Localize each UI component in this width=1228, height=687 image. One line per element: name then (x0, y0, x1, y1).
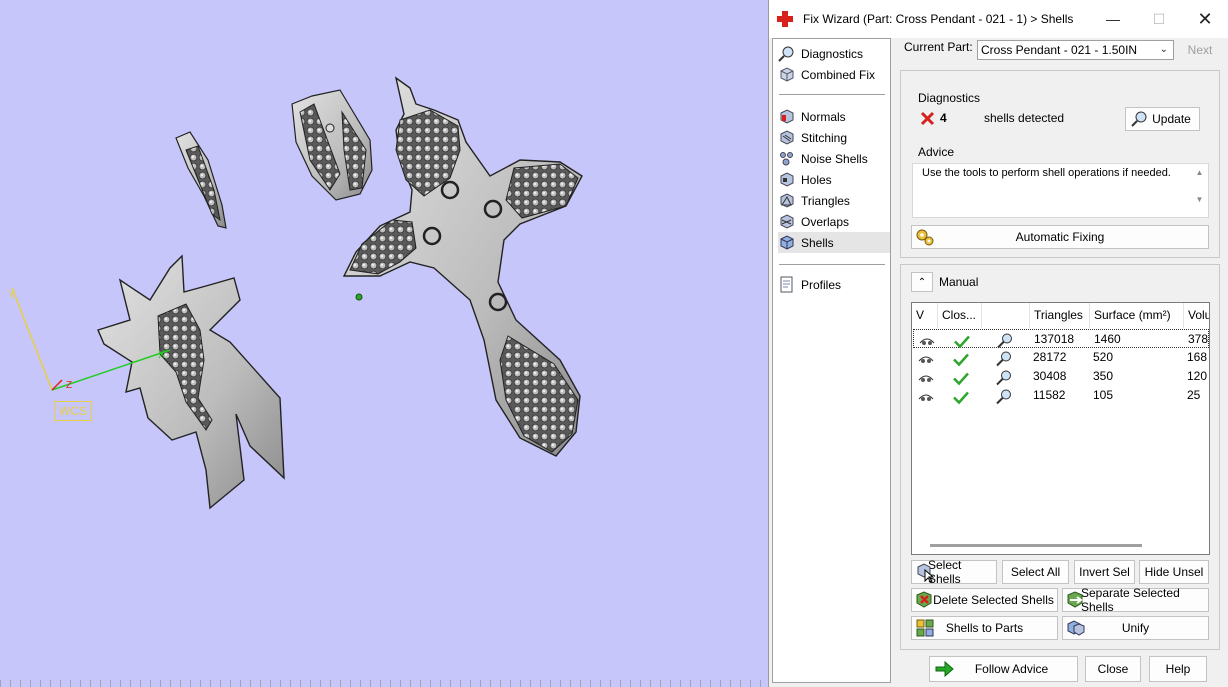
minimize-button[interactable]: — (1090, 0, 1136, 38)
unify-button[interactable]: Unify (1062, 616, 1209, 640)
scroll-up-icon[interactable]: ▲ (1191, 168, 1208, 177)
select-all-button[interactable]: Select All (1002, 560, 1069, 584)
table-horizontal-scrollbar[interactable] (930, 544, 1142, 547)
nav-item-noise-shells[interactable]: Noise Shells (778, 148, 890, 169)
nav-item-profiles[interactable]: Profiles (778, 274, 890, 295)
visible-eye-icon[interactable] (918, 388, 934, 407)
column-header-volume[interactable]: Volu (1184, 303, 1209, 328)
unify-icon (1067, 620, 1085, 636)
title-bar[interactable]: Fix Wizard (Part: Cross Pendant - 021 - … (769, 0, 1228, 38)
diagnostics-status-text: shells detected (984, 111, 1065, 125)
window-title: Fix Wizard (Part: Cross Pendant - 021 - … (803, 12, 1074, 26)
nav-item-stitching[interactable]: Stitching (778, 127, 890, 148)
holes-icon (780, 172, 794, 187)
shell-ring-bail[interactable] (291, 89, 373, 201)
nav-item-holes[interactable]: Holes (778, 169, 890, 190)
shells-table[interactable]: V Clos... Triangles Surface (mm²) Volu 1… (911, 302, 1210, 555)
shells-to-parts-icon (916, 619, 934, 637)
checkmark-icon (953, 391, 969, 405)
nav-item-diagnostics[interactable]: Diagnostics (778, 43, 890, 64)
nav-item-triangles[interactable]: Triangles (778, 190, 890, 211)
nav-item-overlaps[interactable]: Overlaps (778, 211, 890, 232)
wcs-label: WCS (54, 401, 92, 421)
select-shells-icon (917, 563, 935, 582)
advice-scrollbar[interactable]: ▲ ▼ (1191, 164, 1208, 217)
3d-viewport[interactable]: Y X Z WCS (0, 0, 768, 687)
inspect-magnifier-icon[interactable] (995, 368, 1013, 387)
manual-title: Manual (939, 275, 979, 289)
diagnostics-title: Diagnostics (918, 91, 981, 105)
close-button[interactable]: Close (1085, 656, 1141, 682)
shells-icon (780, 235, 794, 250)
magnifier-icon (1131, 111, 1147, 127)
chevron-up-icon: ⌃ (917, 276, 927, 288)
current-part-select[interactable]: Cross Pendant - 021 - 1.50IN ⌄ (977, 40, 1174, 60)
wizard-nav: Diagnostics Combined Fix Normals Stitchi… (772, 38, 891, 683)
arrow-right-icon (935, 660, 954, 678)
scroll-down-icon[interactable]: ▼ (1191, 195, 1208, 204)
table-row[interactable]: 137018 1460 378 (913, 329, 1209, 349)
collapse-manual-button[interactable]: ⌃ (911, 272, 933, 292)
update-button[interactable]: Update (1125, 107, 1200, 131)
shell-small-cross[interactable] (97, 254, 285, 510)
profiles-icon (780, 276, 793, 293)
cube-icon (780, 67, 794, 82)
invert-selection-button[interactable]: Invert Sel (1074, 560, 1135, 584)
viewport-canvas[interactable]: Y X Z (0, 0, 768, 687)
separate-shells-icon (1067, 591, 1083, 608)
advice-title: Advice (918, 145, 955, 159)
column-header-surface[interactable]: Surface (mm²) (1090, 303, 1184, 328)
table-row[interactable]: 28172 520 168 (913, 348, 1209, 367)
delete-selected-shells-button[interactable]: Delete Selected Shells (911, 588, 1058, 612)
nav-separator (779, 264, 885, 265)
gears-icon (916, 229, 934, 246)
shells-to-parts-button[interactable]: Shells to Parts (911, 616, 1058, 640)
column-header-triangles[interactable]: Triangles (1030, 303, 1090, 328)
triangles-icon (780, 193, 794, 208)
shell-bail-small[interactable] (175, 131, 227, 229)
close-window-button[interactable]: ✕ (1182, 0, 1228, 38)
hide-unselected-button[interactable]: Hide Unsel (1139, 560, 1209, 584)
automatic-fixing-button[interactable]: Automatic Fixing (911, 225, 1209, 249)
column-header-inspect[interactable] (982, 303, 1030, 328)
shell-count: 4 (940, 111, 947, 125)
inspect-magnifier-icon[interactable] (995, 349, 1013, 368)
advice-text-box: Use the tools to perform shell operation… (912, 163, 1209, 218)
follow-advice-button[interactable]: Follow Advice (929, 656, 1078, 682)
maximize-button[interactable]: ☐ (1136, 0, 1182, 38)
viewport-ruler (0, 680, 768, 687)
noise-shells-icon (780, 152, 793, 166)
table-row[interactable]: 30408 350 120 (913, 367, 1209, 386)
help-button[interactable]: Help (1149, 656, 1207, 682)
chevron-down-icon: ⌄ (1159, 44, 1168, 55)
current-part-label: Current Part: (904, 40, 973, 54)
column-header-visible[interactable]: V (912, 303, 938, 328)
svg-text:Y: Y (8, 289, 16, 301)
next-button[interactable]: Next (1178, 40, 1222, 60)
nav-item-normals[interactable]: Normals (778, 106, 890, 127)
svg-text:Z: Z (66, 380, 72, 391)
shell-large-cross[interactable] (342, 76, 583, 457)
nav-item-combined-fix[interactable]: Combined Fix (778, 64, 890, 85)
nav-separator (779, 94, 885, 95)
delete-shells-icon (916, 591, 932, 608)
select-shells-button[interactable]: Select Shells (911, 558, 997, 586)
stitching-icon (780, 130, 794, 145)
nav-item-shells[interactable]: Shells (778, 232, 890, 253)
pivot-marker (355, 293, 363, 301)
normals-icon (780, 109, 794, 124)
separate-selected-shells-button[interactable]: Separate Selected Shells (1062, 586, 1209, 614)
svg-text:X: X (158, 349, 166, 361)
column-header-closed[interactable]: Clos... (938, 303, 982, 328)
error-x-icon (920, 111, 935, 126)
overlaps-icon (780, 214, 794, 229)
table-row[interactable]: 11582 105 25 (913, 386, 1209, 405)
medical-cross-icon (777, 11, 793, 27)
magnifier-icon (778, 46, 794, 62)
inspect-magnifier-icon[interactable] (995, 387, 1013, 406)
